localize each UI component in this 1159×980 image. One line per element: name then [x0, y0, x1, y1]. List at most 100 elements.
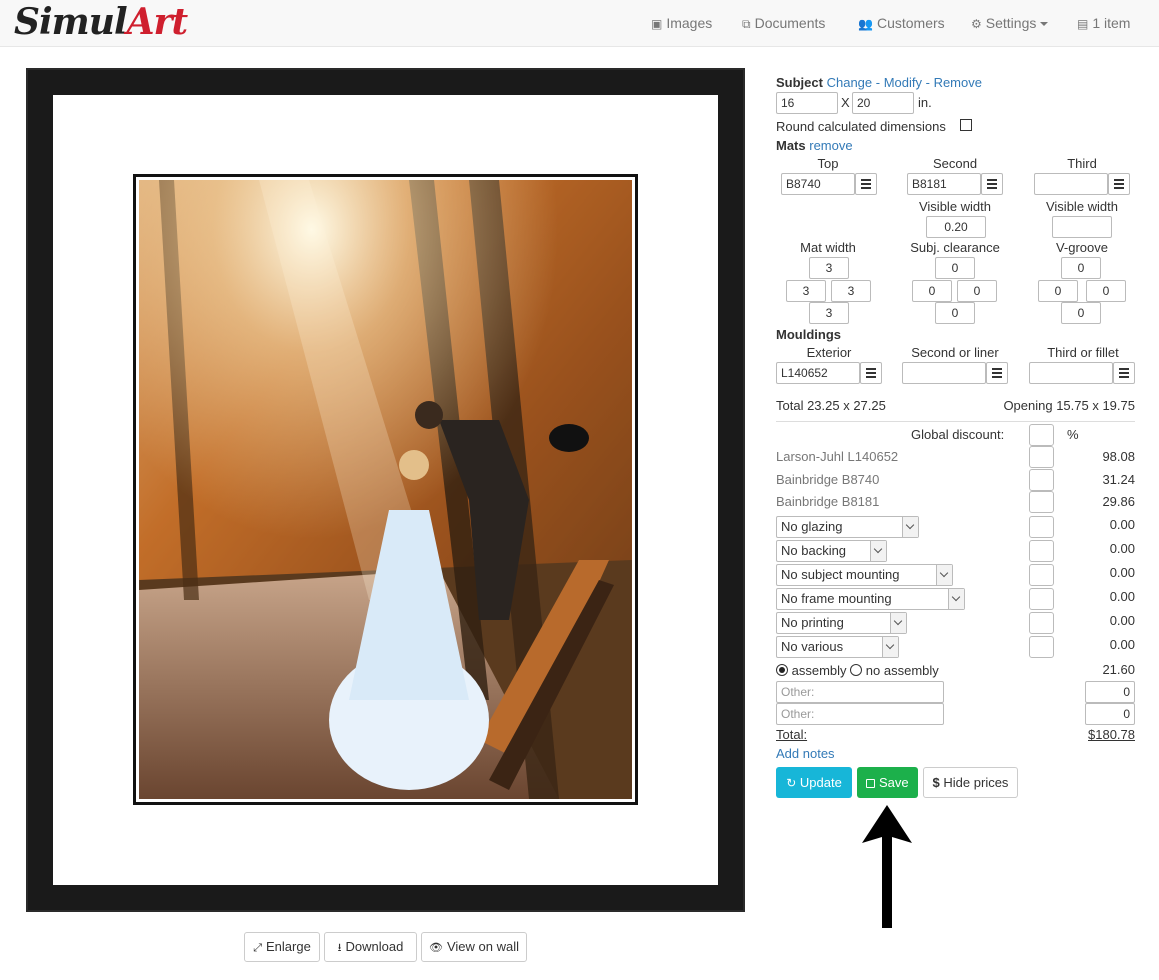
assembly-radio[interactable] [776, 664, 788, 676]
mats-remove-link[interactable]: remove [809, 138, 852, 153]
users-icon: 👥 [858, 17, 873, 31]
various-select[interactable]: No various [776, 636, 899, 658]
global-discount-input[interactable] [1029, 424, 1054, 446]
nav-images[interactable]: ▣ Images [651, 14, 712, 33]
chevron-down-icon [870, 541, 886, 561]
mat-width-bottom-input[interactable]: 3 [809, 302, 849, 324]
clearance-right-input[interactable]: 0 [957, 280, 997, 302]
subject-height-input[interactable]: 20 [852, 92, 914, 114]
global-discount-label: Global discount: [911, 427, 1005, 442]
enlarge-button[interactable]: ⤢ Enlarge [244, 932, 320, 962]
subject-photo [139, 180, 632, 799]
mat-third-code-input[interactable] [1034, 173, 1108, 195]
view-on-wall-button[interactable]: 👁 View on wall [421, 932, 527, 962]
price-line-discount-input[interactable] [1029, 446, 1054, 468]
clearance-bottom-input[interactable]: 0 [935, 302, 975, 324]
price-line-label: Bainbridge B8740 [776, 472, 880, 487]
subject-remove-link[interactable]: Remove [934, 75, 982, 90]
subject-width-input[interactable]: 16 [776, 92, 838, 114]
price-line-value: 98.08 [1102, 449, 1135, 464]
visible-width-third-input[interactable] [1052, 216, 1112, 238]
price-line-discount-input[interactable] [1029, 469, 1054, 491]
mat-width-left-input[interactable]: 3 [786, 280, 826, 302]
clearance-top-input[interactable]: 0 [935, 257, 975, 279]
price-line-label: Larson-Juhl L140652 [776, 449, 899, 464]
v-groove-label: V-groove [1055, 240, 1109, 255]
moulding-col-third: Third or fillet [1047, 345, 1119, 360]
printing-select[interactable]: No printing [776, 612, 907, 634]
assembly-radio-group: assembly no assembly [776, 663, 939, 679]
backing-price: 0.00 [1109, 541, 1135, 556]
vgroove-top-input[interactable]: 0 [1061, 257, 1101, 279]
subject-header: Subject Change - Modify - Remove [776, 75, 982, 90]
glazing-select[interactable]: No glazing [776, 516, 919, 538]
printing-discount-input[interactable] [1029, 612, 1054, 634]
frame-mounting-discount-input[interactable] [1029, 588, 1054, 610]
subject-modify-link[interactable]: Modify [884, 75, 922, 90]
unit-label: in. [918, 95, 932, 110]
mat-width-right-input[interactable]: 3 [831, 280, 871, 302]
subject-clearance-label: Subj. clearance [910, 240, 1000, 255]
backing-select[interactable]: No backing [776, 540, 887, 562]
mat-second-menu-icon[interactable] [981, 173, 1003, 195]
price-line-discount-input[interactable] [1029, 491, 1054, 513]
update-button[interactable]: ↻ Update [776, 767, 852, 798]
assembly-price: 21.60 [1102, 662, 1135, 677]
image-icon: ▣ [651, 17, 663, 31]
gear-icon: ⚙ [971, 17, 982, 31]
frame-mounting-price: 0.00 [1109, 589, 1135, 604]
mat-second-code-input[interactable]: B8181 [907, 173, 981, 195]
moulding-third-input[interactable] [1029, 362, 1113, 384]
round-dimensions-checkbox[interactable] [960, 119, 972, 131]
visible-width-label-second: Visible width [918, 199, 992, 214]
moulding-third-menu-icon[interactable] [1113, 362, 1135, 384]
chevron-down-icon [882, 637, 898, 657]
hide-prices-button[interactable]: $ Hide prices [923, 767, 1018, 798]
mat-width-top-input[interactable]: 3 [809, 257, 849, 279]
price-line-label: Bainbridge B8181 [776, 494, 880, 509]
documents-icon: ⧉ [742, 17, 751, 31]
moulding-second-menu-icon[interactable] [986, 362, 1008, 384]
vgroove-left-input[interactable]: 0 [1038, 280, 1078, 302]
nav-settings[interactable]: ⚙ Settings [971, 14, 1049, 33]
subject-mounting-discount-input[interactable] [1029, 564, 1054, 586]
add-notes-link[interactable]: Add notes [776, 746, 835, 762]
subject-mounting-select[interactable]: No subject mounting [776, 564, 953, 586]
backing-discount-input[interactable] [1029, 540, 1054, 562]
visible-width-second-input[interactable]: 0.20 [926, 216, 986, 238]
glazing-discount-input[interactable] [1029, 516, 1054, 538]
other-description-input[interactable]: Other: [776, 703, 944, 725]
other-price-input[interactable]: 0 [1085, 703, 1135, 725]
clearance-left-input[interactable]: 0 [912, 280, 952, 302]
moulding-exterior-menu-icon[interactable] [860, 362, 882, 384]
simulart-logo[interactable]: SimulArt [14, 2, 188, 42]
subject-change-link[interactable]: Change [827, 75, 873, 90]
moulding-exterior-input[interactable]: L140652 [776, 362, 860, 384]
no-assembly-radio[interactable] [850, 664, 863, 676]
expand-icon: ⤢ [253, 942, 262, 954]
moulding-second-input[interactable] [902, 362, 986, 384]
percent-label: % [1067, 427, 1079, 442]
file-icon: ▤ [1077, 17, 1089, 31]
other-description-input[interactable]: Other: [776, 681, 944, 703]
nav-customers[interactable]: 👥 Customers [858, 14, 945, 33]
mat-col-top: Top [817, 156, 839, 171]
download-button[interactable]: ⭳ Download [324, 932, 417, 962]
mat-third-menu-icon[interactable] [1108, 173, 1130, 195]
mouldings-header: Mouldings [776, 327, 841, 342]
divider [776, 421, 1135, 422]
vgroove-bottom-input[interactable]: 0 [1061, 302, 1101, 324]
round-dimensions-label: Round calculated dimensions [776, 119, 946, 134]
mat-top-code-input[interactable]: B8740 [781, 173, 855, 195]
mat-top-menu-icon[interactable] [855, 173, 877, 195]
navbar: SimulArt ▣ Images ⧉ Documents 👥 Customers ⚙… [0, 0, 1159, 47]
mat-col-third: Third [1067, 156, 1097, 171]
save-button[interactable]: Save [857, 767, 918, 798]
other-price-input[interactable]: 0 [1085, 681, 1135, 703]
vgroove-right-input[interactable]: 0 [1086, 280, 1126, 302]
nav-documents[interactable]: ⧉ Documents [742, 14, 825, 33]
chevron-down-icon [902, 517, 918, 537]
nav-cart[interactable]: ▤ 1 item [1077, 14, 1130, 33]
frame-mounting-select[interactable]: No frame mounting [776, 588, 965, 610]
various-discount-input[interactable] [1029, 636, 1054, 658]
